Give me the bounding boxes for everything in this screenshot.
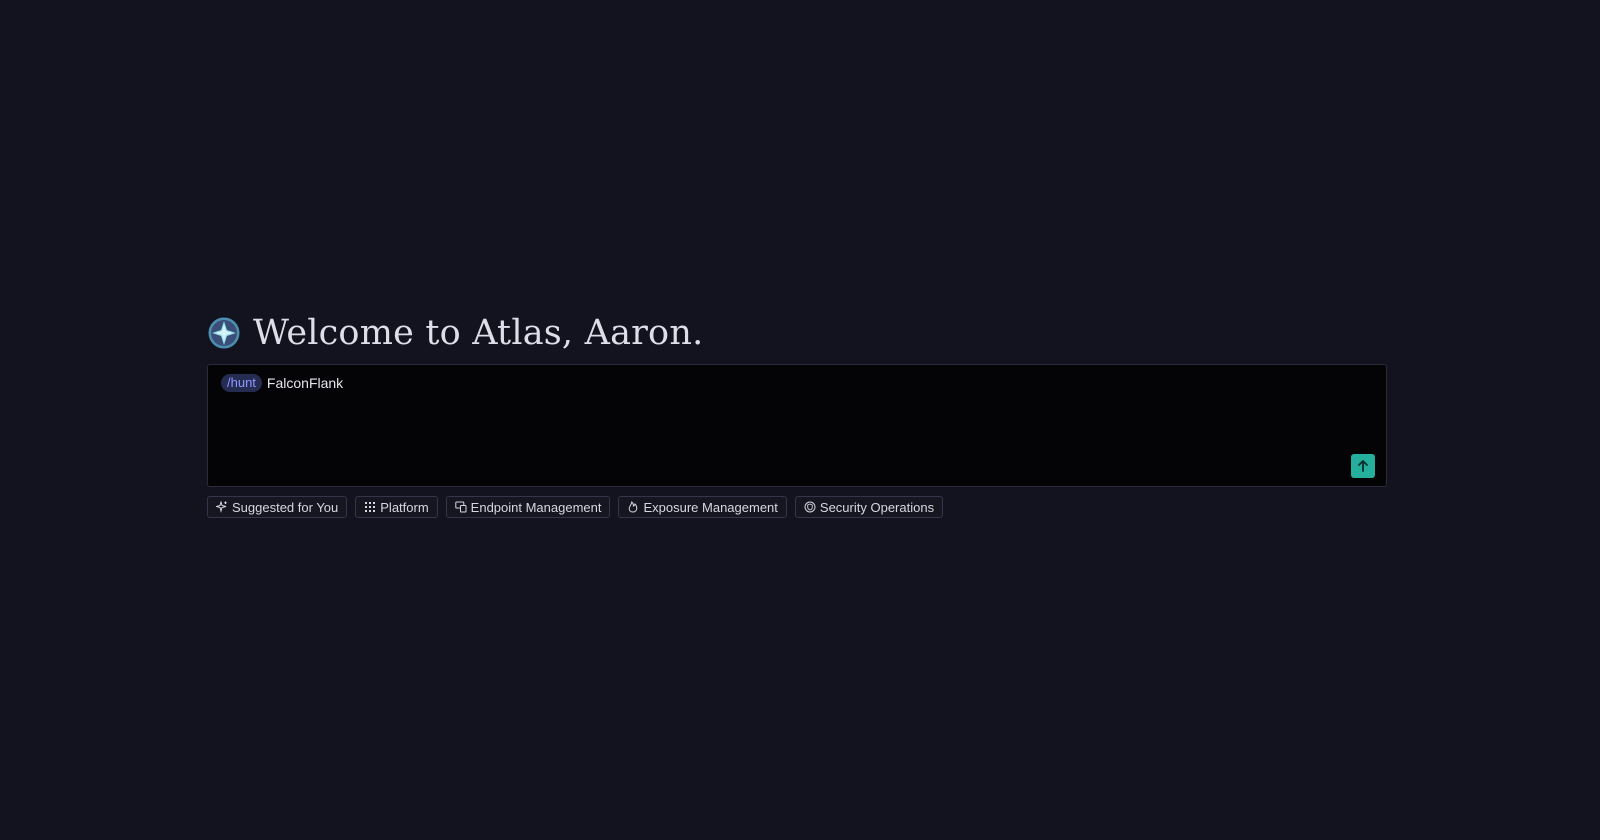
endpoint-management-button[interactable]: Endpoint Management	[445, 496, 611, 518]
suggested-for-you-button[interactable]: Suggested for You	[207, 496, 348, 518]
exposure-management-button[interactable]: Exposure Management	[618, 496, 787, 518]
security-operations-button[interactable]: Security Operations	[794, 496, 944, 518]
atlas-logo-icon	[208, 317, 240, 349]
welcome-panel: Welcome to Atlas, Aaron. /hunt FalconFla…	[207, 314, 1390, 518]
prompt-input[interactable]: /hunt FalconFlank	[207, 364, 1387, 487]
page: Welcome to Atlas, Aaron. /hunt FalconFla…	[0, 0, 1600, 840]
exposure-management-label: Exposure Management	[643, 499, 778, 515]
flame-icon	[627, 501, 639, 513]
suggested-for-you-label: Suggested for You	[232, 499, 339, 515]
sparkle-icon	[216, 501, 228, 513]
devices-icon	[454, 501, 467, 513]
prompt-value: FalconFlank	[266, 375, 344, 391]
prompt-line: /hunt FalconFlank	[221, 374, 343, 392]
title-row: Welcome to Atlas, Aaron.	[207, 314, 1390, 352]
platform-button[interactable]: Platform	[355, 496, 438, 518]
security-operations-label: Security Operations	[819, 499, 935, 515]
page-title: Welcome to Atlas, Aaron.	[253, 313, 704, 353]
send-button[interactable]	[1351, 454, 1375, 478]
endpoint-management-label: Endpoint Management	[470, 499, 602, 515]
hunt-command-chip[interactable]: /hunt	[221, 374, 262, 392]
suggestion-chips: Suggested for You Platform Endpoint Mana…	[207, 496, 1390, 518]
arrow-up-icon	[1358, 460, 1368, 472]
shield-icon	[804, 501, 816, 513]
grid-icon	[364, 501, 376, 513]
platform-label: Platform	[380, 499, 429, 515]
